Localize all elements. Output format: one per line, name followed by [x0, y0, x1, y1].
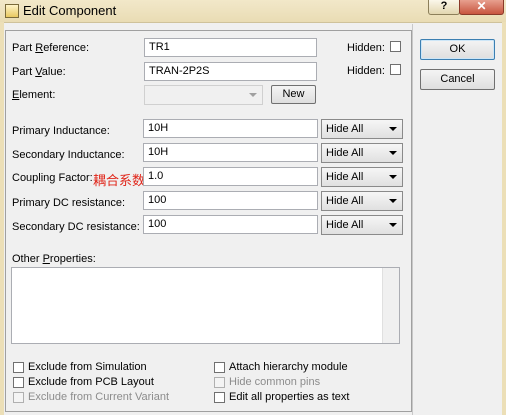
coupling-factor-input[interactable]: 1.0	[143, 167, 318, 186]
secondary-dc-resistance-input[interactable]: 100	[143, 215, 318, 234]
other-properties-scrollbar[interactable]	[382, 268, 399, 343]
secondary-dc-resistance-label: Secondary DC resistance:	[12, 221, 140, 233]
part-reference-label: Part Reference:	[12, 42, 90, 54]
close-button[interactable]: ✕	[459, 0, 504, 15]
other-properties-textarea[interactable]	[11, 267, 400, 344]
chevron-down-icon	[389, 223, 397, 227]
secondary-inductance-visibility-select[interactable]: Hide All	[321, 143, 403, 163]
primary-dc-resistance-visibility-select[interactable]: Hide All	[321, 191, 403, 211]
primary-dc-resistance-label: Primary DC resistance:	[12, 197, 126, 209]
new-element-button[interactable]: New	[271, 85, 316, 104]
window-frame-left	[0, 22, 4, 415]
primary-inductance-input[interactable]: 10H	[143, 119, 318, 138]
part-reference-input[interactable]: TR1	[144, 38, 317, 57]
attach-hierarchy-label: Attach hierarchy module	[229, 361, 348, 373]
exclude-simulation-label: Exclude from Simulation	[28, 361, 147, 373]
primary-dc-resistance-input[interactable]: 100	[143, 191, 318, 210]
edit-properties-text-checkbox[interactable]	[214, 392, 225, 403]
chevron-down-icon	[389, 151, 397, 155]
panel-divider	[412, 24, 413, 415]
exclude-simulation-checkbox[interactable]	[13, 362, 24, 373]
part-value-input[interactable]: TRAN-2P2S	[144, 62, 317, 81]
exclude-pcb-layout-checkbox[interactable]	[13, 377, 24, 388]
chevron-down-icon	[389, 127, 397, 131]
part-value-label: Part Value:	[12, 66, 66, 78]
window-frame-right	[502, 22, 506, 415]
app-icon	[5, 4, 19, 18]
part-reference-hidden-checkbox[interactable]	[390, 41, 401, 52]
primary-inductance-label: Primary Inductance:	[12, 125, 110, 137]
part-reference-hidden-label: Hidden:	[347, 42, 385, 54]
help-button[interactable]: ?	[428, 0, 460, 15]
element-select[interactable]	[144, 85, 263, 105]
part-value-hidden-checkbox[interactable]	[390, 64, 401, 75]
chevron-down-icon	[389, 199, 397, 203]
exclude-current-variant-label: Exclude from Current Variant	[28, 391, 170, 403]
edit-properties-text-label: Edit all properties as text	[229, 391, 350, 403]
hide-common-pins-label: Hide common pins	[229, 376, 321, 388]
secondary-inductance-label: Secondary Inductance:	[12, 149, 125, 161]
cancel-button[interactable]: Cancel	[420, 69, 495, 90]
other-properties-label: Other Properties:	[12, 253, 96, 265]
secondary-dc-resistance-visibility-select[interactable]: Hide All	[321, 215, 403, 235]
exclude-pcb-layout-label: Exclude from PCB Layout	[28, 376, 154, 388]
window-title: Edit Component	[23, 3, 117, 18]
ok-button[interactable]: OK	[420, 39, 495, 60]
attach-hierarchy-checkbox[interactable]	[214, 362, 225, 373]
hide-common-pins-checkbox[interactable]	[214, 377, 225, 388]
primary-inductance-visibility-select[interactable]: Hide All	[321, 119, 403, 139]
coupling-factor-annotation: 耦合系数	[93, 173, 146, 188]
element-label: Element:	[12, 89, 56, 101]
exclude-current-variant-checkbox[interactable]	[13, 392, 24, 403]
title-bar: Edit Component ? ✕	[0, 0, 506, 23]
chevron-down-icon	[249, 93, 257, 97]
coupling-factor-label: Coupling Factor:	[12, 172, 93, 184]
secondary-inductance-input[interactable]: 10H	[143, 143, 318, 162]
coupling-factor-visibility-select[interactable]: Hide All	[321, 167, 403, 187]
chevron-down-icon	[389, 175, 397, 179]
part-value-hidden-label: Hidden:	[347, 65, 385, 77]
